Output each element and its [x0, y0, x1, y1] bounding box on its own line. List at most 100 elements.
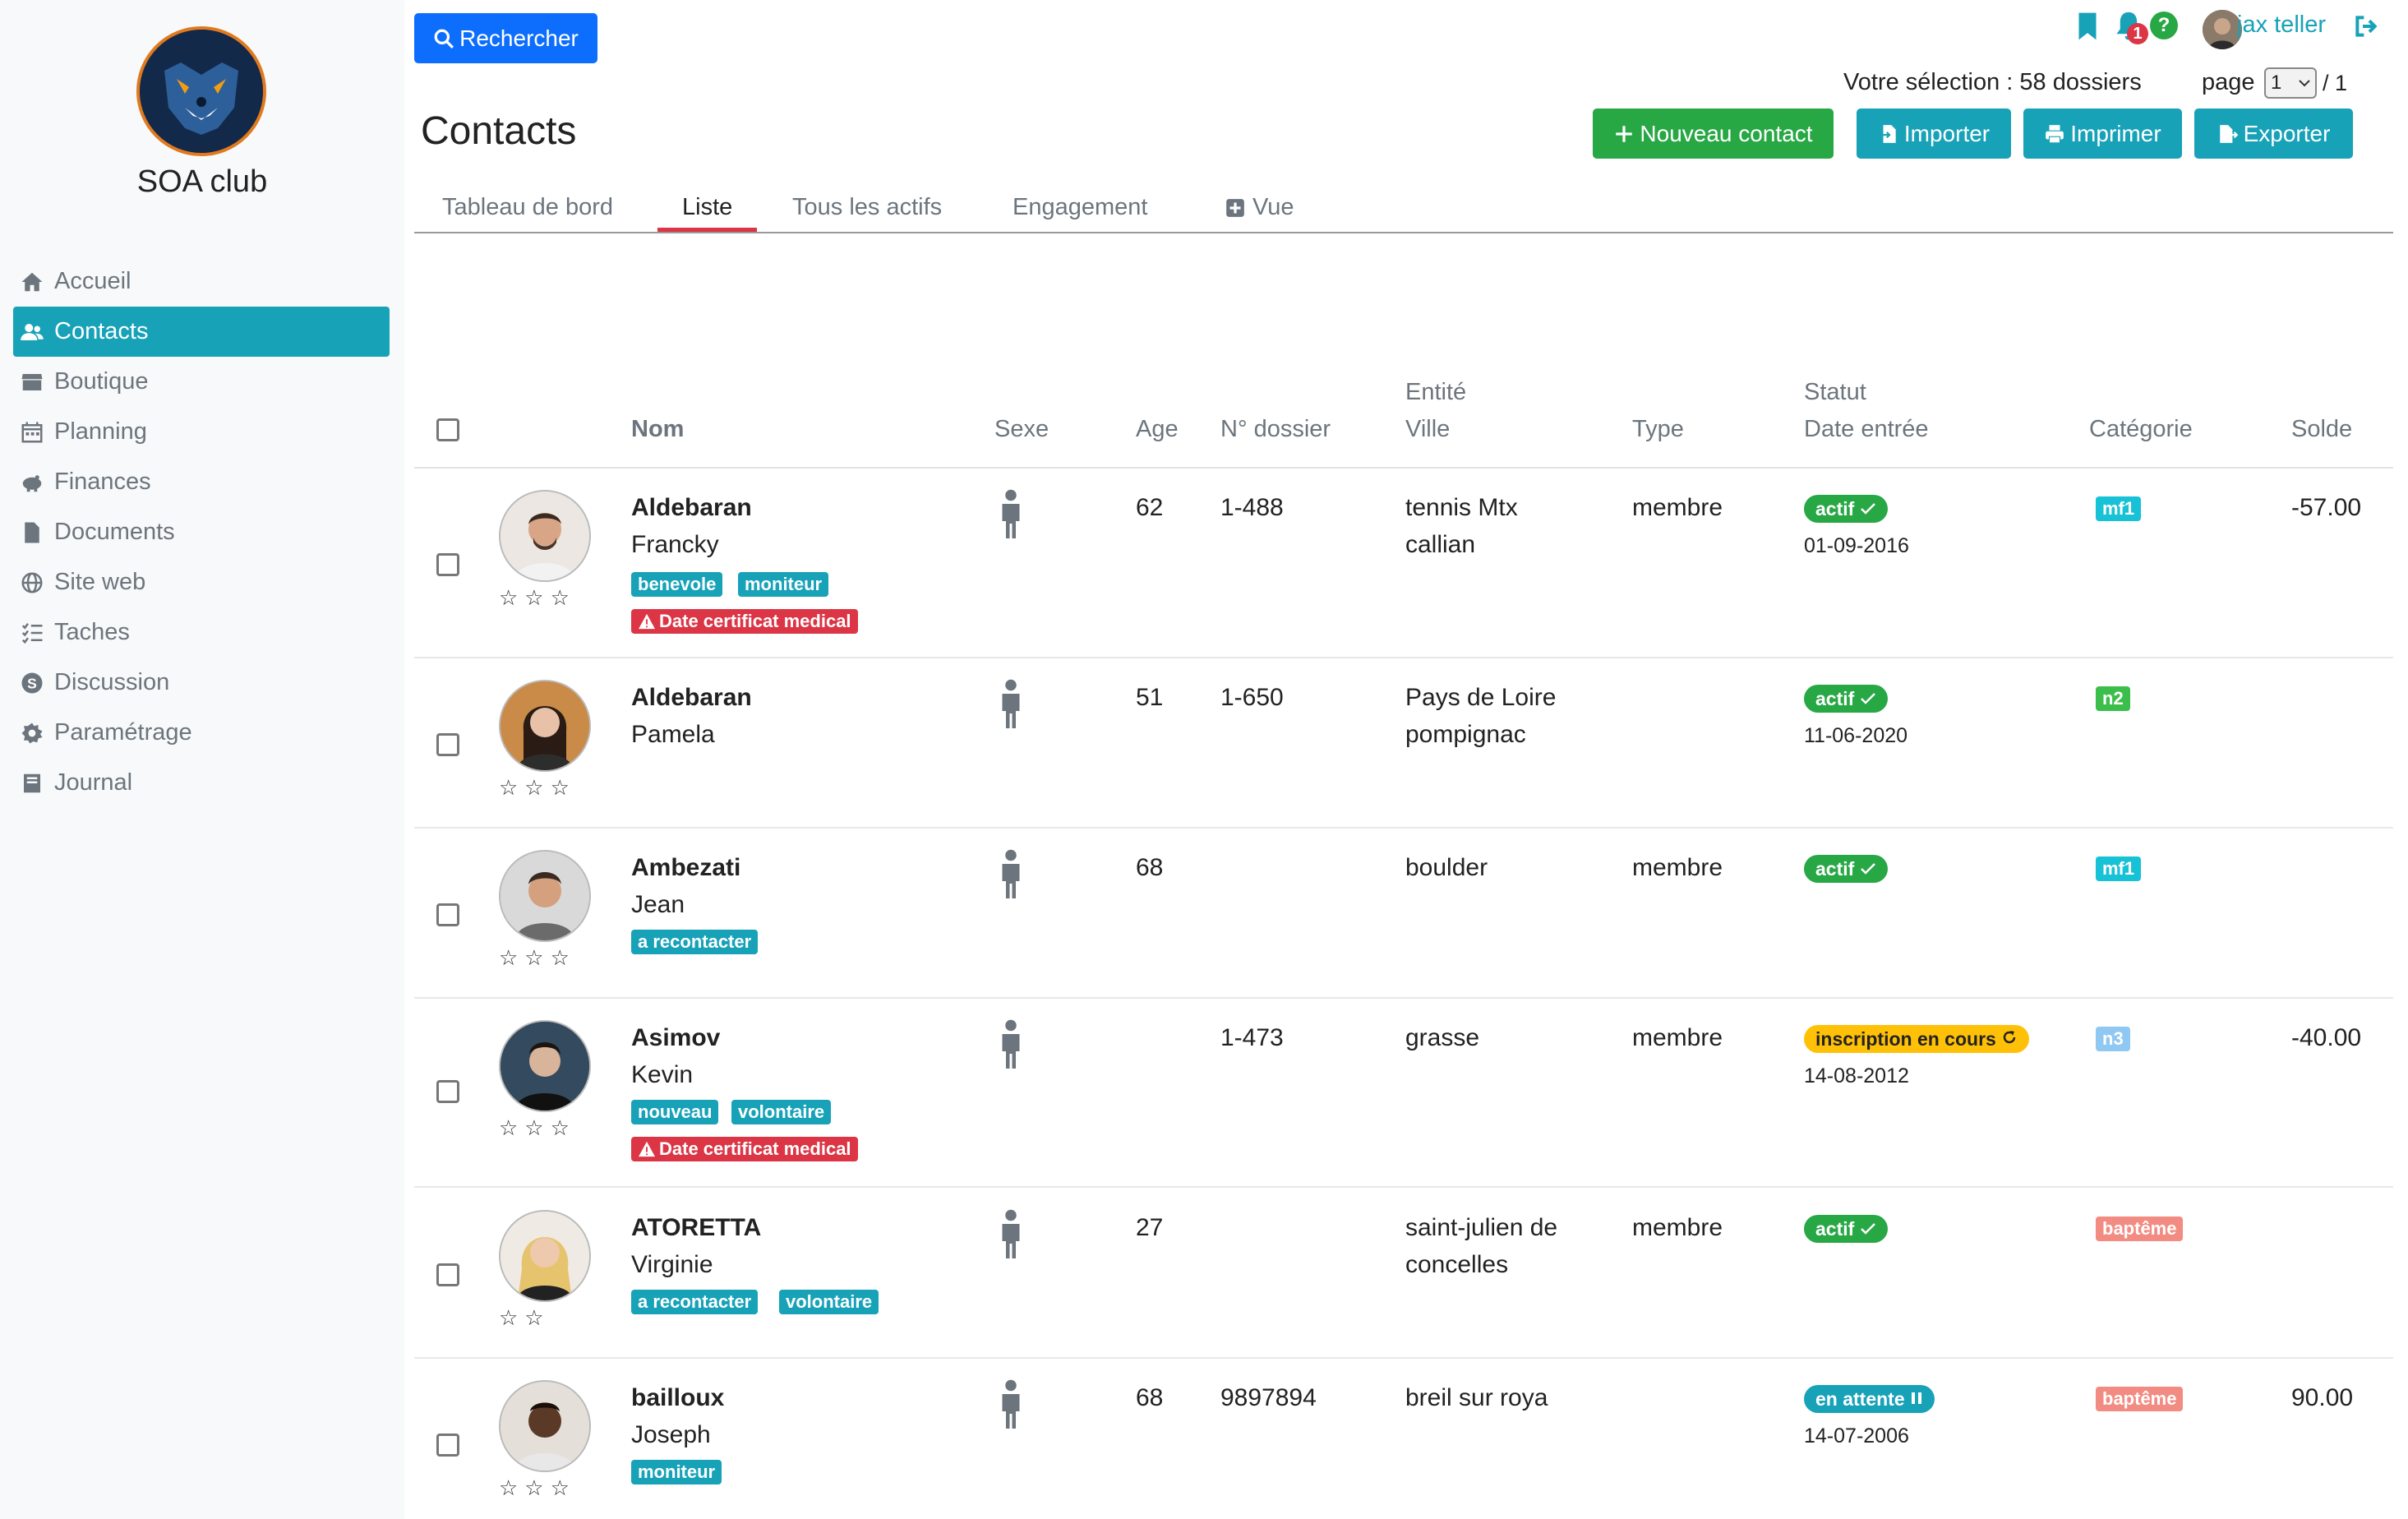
- plus-icon: [1616, 125, 1633, 142]
- sidebar-item-journal[interactable]: Journal: [13, 758, 390, 808]
- header-entite[interactable]: Entité: [1405, 374, 1466, 411]
- row-checkbox[interactable]: [436, 1080, 459, 1103]
- sidebar-item-accueil[interactable]: Accueil: [13, 256, 390, 307]
- header-sexe[interactable]: Sexe: [994, 411, 1049, 448]
- rating-stars[interactable]: ☆☆☆: [499, 585, 576, 611]
- contact-entite: tennis Mtx: [1405, 494, 1518, 521]
- select-all-checkbox[interactable]: [436, 418, 459, 441]
- category-badge[interactable]: n3: [2096, 1027, 2130, 1051]
- medical-certificate-alert[interactable]: Date certificat medical: [631, 1137, 858, 1161]
- header-nom[interactable]: Nom: [631, 411, 684, 448]
- new-contact-button[interactable]: Nouveau contact: [1593, 108, 1834, 159]
- header-ville[interactable]: Ville: [1405, 411, 1450, 448]
- contact-photo-icon: [501, 1382, 589, 1471]
- import-button[interactable]: Importer: [1857, 108, 2011, 159]
- header-statut[interactable]: Statut: [1804, 374, 1866, 411]
- header-dossier[interactable]: N° dossier: [1220, 411, 1331, 448]
- header-type[interactable]: Type: [1632, 411, 1684, 448]
- sidebar-item-parametrage[interactable]: Paramétrage: [13, 708, 390, 758]
- sidebar-item-label: Taches: [54, 619, 130, 645]
- contact-last-name[interactable]: Asimov: [631, 1019, 720, 1056]
- category-badge[interactable]: n2: [2096, 686, 2130, 711]
- row-checkbox[interactable]: [436, 1434, 459, 1457]
- sidebar-item-documents[interactable]: Documents: [13, 507, 390, 557]
- sidebar-item-discussion[interactable]: S Discussion: [13, 658, 390, 708]
- export-button[interactable]: Exporter: [2194, 108, 2353, 159]
- file-export-icon: [2219, 124, 2238, 143]
- tab-tableau-de-bord[interactable]: Tableau de bord: [442, 194, 613, 232]
- sidebar-item-finances[interactable]: Finances: [13, 457, 390, 507]
- rating-stars[interactable]: ☆☆☆: [499, 945, 576, 971]
- category-badge[interactable]: mf1: [2096, 496, 2142, 521]
- tab-tous-les-actifs[interactable]: Tous les actifs: [792, 194, 942, 232]
- contact-last-name[interactable]: bailloux: [631, 1379, 724, 1416]
- search-button[interactable]: Rechercher: [414, 13, 597, 63]
- page-select[interactable]: 1: [2264, 67, 2317, 99]
- contact-tag[interactable]: volontaire: [731, 1100, 832, 1124]
- help-icon[interactable]: ?: [2150, 12, 2178, 39]
- page-title: Contacts: [421, 109, 577, 153]
- export-label: Exporter: [2243, 120, 2331, 146]
- sidebar-item-planning[interactable]: Planning: [13, 407, 390, 457]
- tab-vue-label: Vue: [1252, 194, 1294, 220]
- row-checkbox[interactable]: [436, 903, 459, 926]
- refresh-icon: [2004, 1031, 2016, 1044]
- status-badge[interactable]: actif: [1804, 495, 1888, 523]
- contact-tag[interactable]: benevole: [631, 572, 723, 597]
- contact-last-name[interactable]: Aldebaran: [631, 679, 752, 716]
- contact-last-name[interactable]: Aldebaran: [631, 489, 752, 526]
- header-age[interactable]: Age: [1136, 411, 1179, 448]
- status-badge[interactable]: actif: [1804, 685, 1888, 713]
- category-badge[interactable]: baptême: [2096, 1387, 2184, 1411]
- sidebar-item-site-web[interactable]: Site web: [13, 557, 390, 607]
- header-categorie[interactable]: Catégorie: [2089, 411, 2193, 448]
- row-checkbox[interactable]: [436, 553, 459, 576]
- gear-icon: [21, 723, 43, 743]
- rating-stars[interactable]: ☆☆☆: [499, 775, 576, 801]
- contact-tag[interactable]: volontaire: [779, 1290, 879, 1314]
- status-badge[interactable]: actif: [1804, 1215, 1888, 1243]
- avatar: [499, 490, 591, 582]
- tab-engagement[interactable]: Engagement: [1013, 194, 1147, 232]
- user-avatar[interactable]: [2203, 10, 2242, 49]
- search-button-label: Rechercher: [459, 25, 579, 51]
- status-badge[interactable]: en attente: [1804, 1385, 1935, 1413]
- header-solde[interactable]: Solde: [2291, 411, 2352, 448]
- contact-tag[interactable]: moniteur: [631, 1460, 722, 1484]
- rating-stars[interactable]: ☆☆☆: [499, 1475, 576, 1501]
- status-badge[interactable]: inscription en cours: [1804, 1025, 2030, 1053]
- row-checkbox[interactable]: [436, 733, 459, 756]
- contact-tag[interactable]: moniteur: [738, 572, 829, 597]
- tab-liste[interactable]: Liste: [657, 194, 758, 232]
- sidebar-item-contacts[interactable]: Contacts: [13, 307, 390, 357]
- sidebar-item-label: Documents: [54, 519, 175, 545]
- status-label: en attente: [1815, 1388, 1905, 1410]
- contact-first-name: Joseph: [631, 1421, 711, 1448]
- print-button[interactable]: Imprimer: [2023, 108, 2182, 159]
- status-badge[interactable]: actif: [1804, 855, 1888, 883]
- rating-stars[interactable]: ☆☆☆: [499, 1115, 576, 1141]
- tab-vue[interactable]: Vue: [1225, 194, 1294, 232]
- rating-stars[interactable]: ☆☆: [499, 1305, 551, 1331]
- male-icon: [1002, 679, 1020, 728]
- contact-tag[interactable]: nouveau: [631, 1100, 719, 1124]
- category-badge[interactable]: baptême: [2096, 1217, 2184, 1241]
- svg-text:S: S: [27, 675, 37, 691]
- sidebar-item-taches[interactable]: Taches: [13, 607, 390, 658]
- sidebar-item-label: Discussion: [54, 669, 170, 695]
- user-name[interactable]: jax teller: [2237, 12, 2326, 39]
- header-date-entree[interactable]: Date entrée: [1804, 411, 1929, 448]
- category-badge[interactable]: mf1: [2096, 856, 2142, 881]
- contact-tag[interactable]: a recontacter: [631, 1290, 759, 1314]
- contact-last-name[interactable]: ATORETTA: [631, 1209, 761, 1246]
- contact-last-name[interactable]: Ambezati: [631, 849, 740, 886]
- medical-certificate-alert[interactable]: Date certificat medical: [631, 609, 858, 634]
- logout-icon[interactable]: [2352, 13, 2380, 39]
- sidebar-item-boutique[interactable]: Boutique: [13, 357, 390, 407]
- bookmark-icon[interactable]: [2076, 12, 2099, 41]
- contact-dossier: 1-488: [1220, 494, 1284, 521]
- row-checkbox[interactable]: [436, 1263, 459, 1286]
- club-logo[interactable]: [136, 26, 266, 156]
- contact-tag[interactable]: a recontacter: [631, 930, 759, 954]
- sidebar-item-label: Finances: [54, 469, 151, 495]
